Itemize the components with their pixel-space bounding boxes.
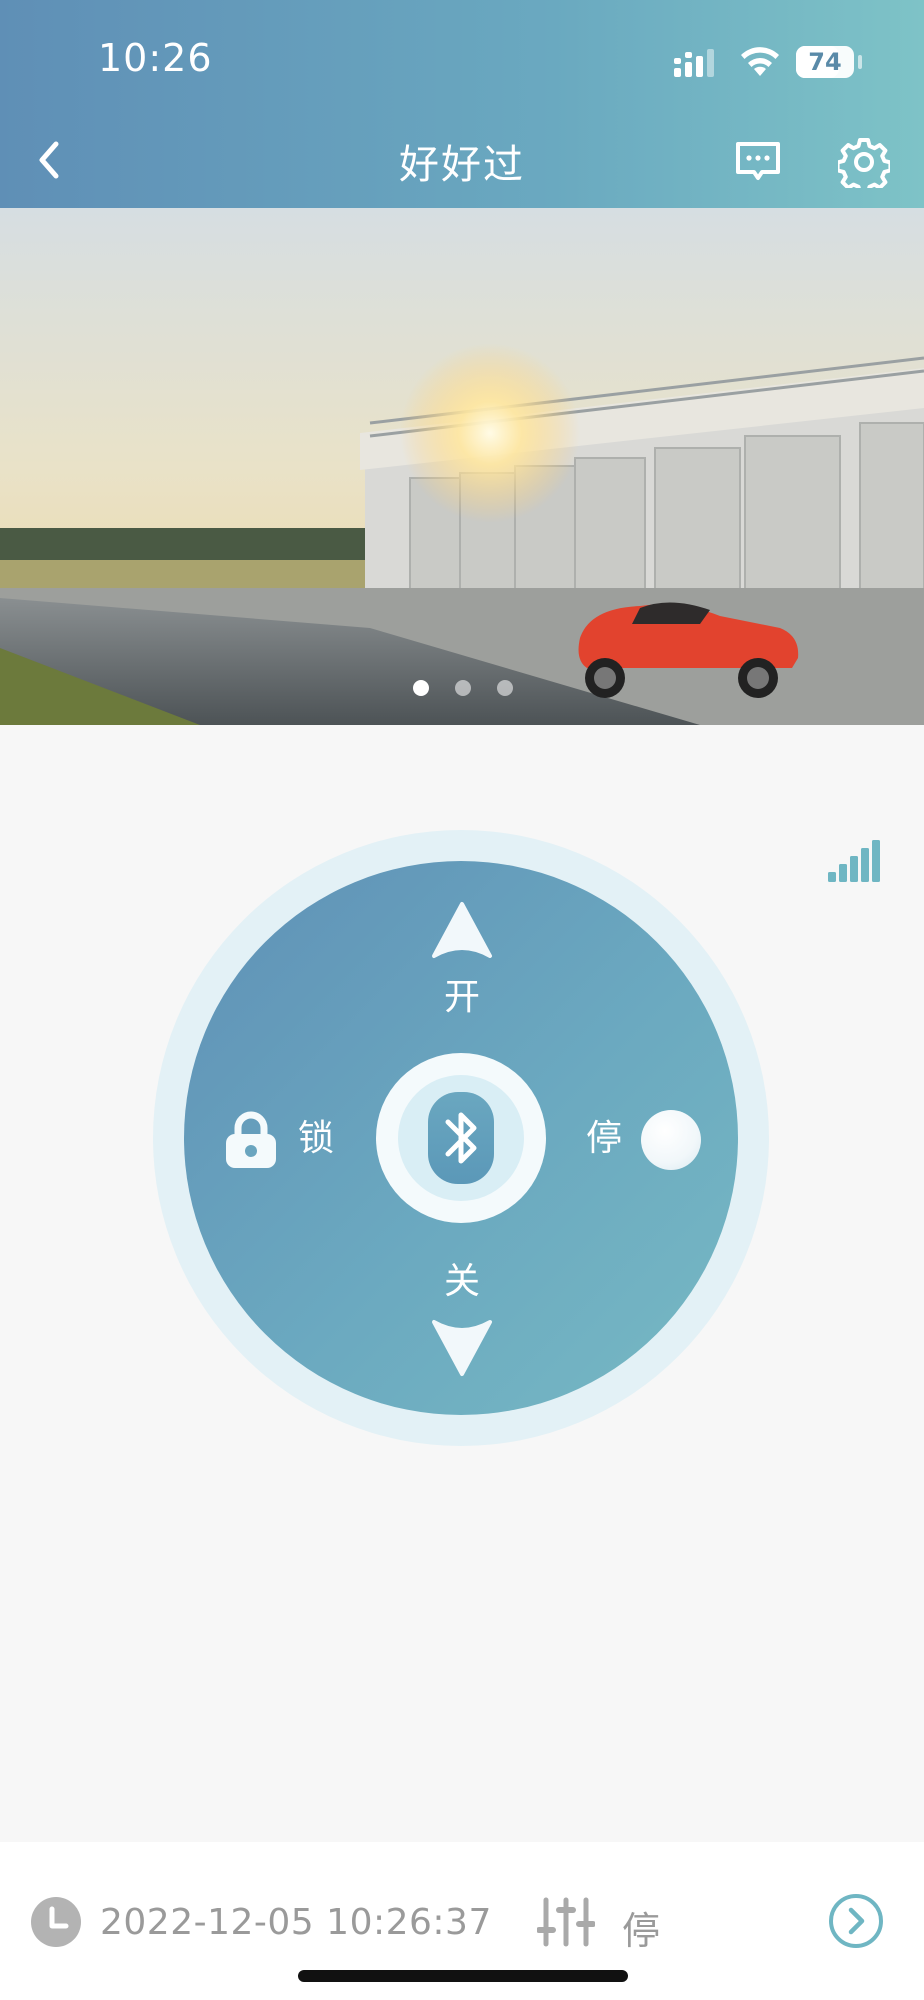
wifi-icon	[741, 47, 779, 76]
stop-label[interactable]: 停	[586, 1119, 622, 1159]
cellular-signal-icon	[674, 49, 714, 77]
bluetooth-button[interactable]	[428, 1092, 494, 1184]
status-time: 10:26	[98, 36, 213, 80]
signal-strength-icon	[828, 840, 880, 882]
chevron-right-circle-icon[interactable]	[828, 1893, 884, 1949]
carousel-dot-1[interactable]	[413, 680, 429, 696]
app-header: 10:26 74 好好过	[0, 0, 924, 208]
home-indicator[interactable]	[298, 1970, 628, 1982]
lock-label[interactable]: 锁	[298, 1119, 334, 1159]
battery-percent: 74	[808, 48, 842, 76]
carousel-dot-3[interactable]	[497, 680, 513, 696]
last-update-timestamp: 2022-12-05 10:26:37	[100, 1902, 492, 1943]
close-label[interactable]: 关	[444, 1262, 480, 1302]
battery-indicator: 74	[796, 46, 854, 78]
down-arrow-icon[interactable]	[430, 1318, 494, 1378]
page-title: 好好过	[399, 142, 525, 188]
clock-icon	[31, 1897, 81, 1947]
battery-nub	[858, 55, 862, 69]
bluetooth-icon	[445, 1112, 477, 1164]
carousel-dot-2[interactable]	[455, 680, 471, 696]
lock-icon[interactable]	[224, 1110, 278, 1170]
open-label[interactable]: 开	[444, 978, 480, 1018]
stop-button[interactable]	[641, 1110, 701, 1170]
banner-image	[0, 208, 924, 725]
sliders-icon[interactable]	[537, 1896, 595, 1948]
gear-icon[interactable]	[838, 136, 890, 188]
current-mode: 停	[622, 1909, 661, 1953]
message-icon[interactable]	[734, 138, 782, 186]
banner-carousel[interactable]	[0, 208, 924, 725]
up-arrow-icon[interactable]	[430, 900, 494, 960]
